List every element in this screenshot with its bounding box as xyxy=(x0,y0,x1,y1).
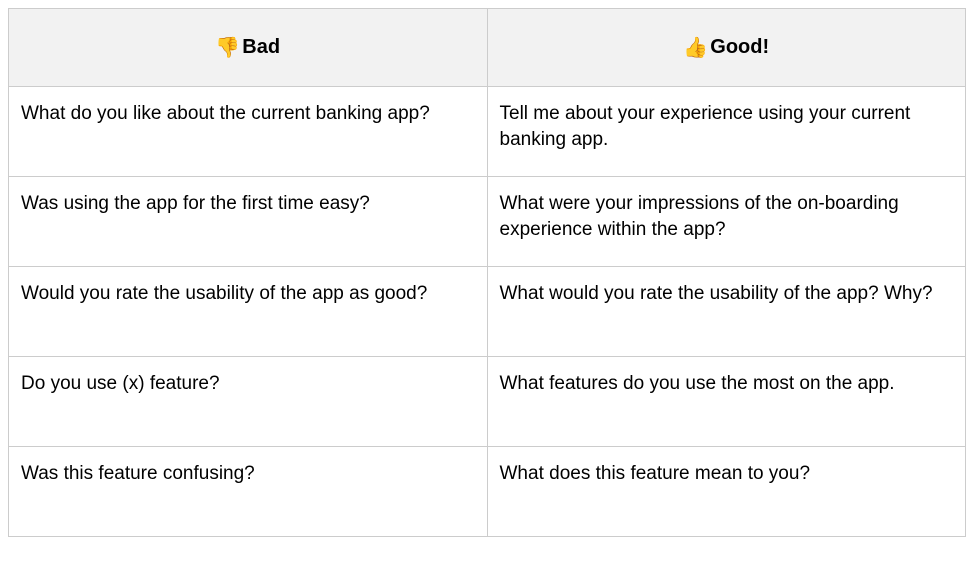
cell-good: What does this feature mean to you? xyxy=(487,447,966,537)
thumbs-up-icon: 👍 xyxy=(683,35,708,60)
thumbs-down-icon: 👎 xyxy=(215,35,240,60)
cell-good: What were your impressions of the on-boa… xyxy=(487,177,966,267)
cell-good: Tell me about your experience using your… xyxy=(487,87,966,177)
cell-good: What would you rate the usability of the… xyxy=(487,267,966,357)
table-row: Was this feature confusing? What does th… xyxy=(9,447,966,537)
column-header-good: 👍Good! xyxy=(487,9,966,87)
cell-bad: Was using the app for the first time eas… xyxy=(9,177,488,267)
header-bad-label: Bad xyxy=(242,36,280,59)
cell-bad: Was this feature confusing? xyxy=(9,447,488,537)
table-row: Do you use (x) feature? What features do… xyxy=(9,357,966,447)
cell-good: What features do you use the most on the… xyxy=(487,357,966,447)
comparison-table: 👎Bad 👍Good! What do you like about the c… xyxy=(8,8,966,537)
header-good-label: Good! xyxy=(710,36,769,59)
table-row: What do you like about the current banki… xyxy=(9,87,966,177)
table-row: Was using the app for the first time eas… xyxy=(9,177,966,267)
cell-bad: What do you like about the current banki… xyxy=(9,87,488,177)
table-header-row: 👎Bad 👍Good! xyxy=(9,9,966,87)
table-row: Would you rate the usability of the app … xyxy=(9,267,966,357)
table-body: What do you like about the current banki… xyxy=(9,87,966,537)
cell-bad: Would you rate the usability of the app … xyxy=(9,267,488,357)
cell-bad: Do you use (x) feature? xyxy=(9,357,488,447)
column-header-bad: 👎Bad xyxy=(9,9,488,87)
